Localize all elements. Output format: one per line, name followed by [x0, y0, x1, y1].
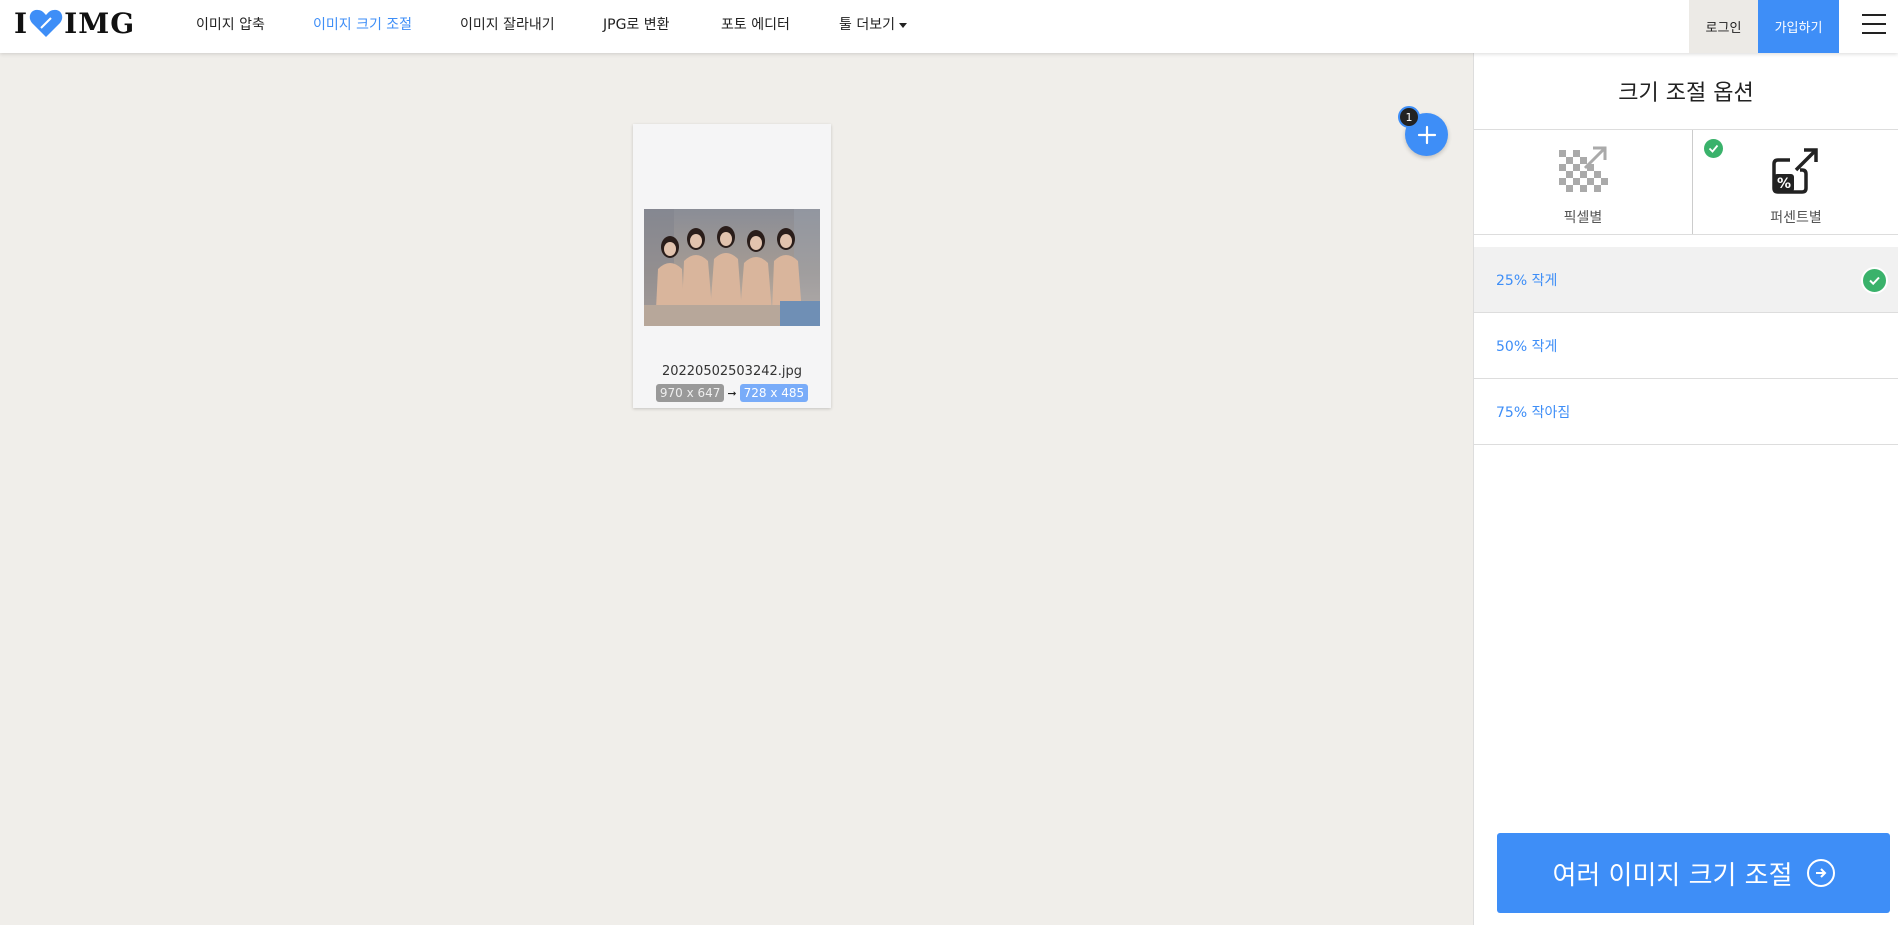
caret-down-icon — [898, 22, 907, 28]
plus-icon — [1417, 125, 1436, 144]
percent-resize-icon: % — [1772, 148, 1818, 194]
dimension-info: 970 x 647 ➞ 728 x 485 — [633, 384, 831, 402]
file-name: 20220502503242.jpg — [661, 364, 803, 379]
nav-more-tools-label: 툴 더보기 — [839, 17, 895, 33]
option-50-percent-label: 50% 작게 — [1496, 338, 1558, 355]
login-button[interactable]: 로그인 — [1689, 0, 1758, 53]
check-icon — [1704, 139, 1723, 158]
arrow-right-circle-icon — [1806, 859, 1835, 887]
option-75-percent-label: 75% 작아짐 — [1496, 404, 1571, 421]
mode-by-pixels[interactable]: 픽셀별 — [1474, 130, 1693, 234]
heart-icon — [29, 9, 63, 38]
hamburger-menu-icon[interactable] — [1862, 14, 1886, 34]
workspace: 20220502503242.jpg 970 x 647 ➞ 728 x 485… — [0, 53, 1473, 925]
nav-convert-jpg[interactable]: JPG로 변환 — [603, 14, 670, 34]
file-count-badge: 1 — [1398, 106, 1420, 128]
nav-resize[interactable]: 이미지 크기 조절 — [313, 14, 412, 34]
option-50-percent[interactable]: 50% 작게 — [1474, 313, 1898, 379]
option-25-percent-label: 25% 작게 — [1496, 272, 1558, 289]
resize-images-button[interactable]: 여러 이미지 크기 조절 — [1497, 833, 1890, 913]
nav-photo-editor[interactable]: 포토 에디터 — [721, 14, 790, 34]
svg-text:%: % — [1777, 176, 1791, 192]
mode-by-percent-label: 퍼센트별 — [1770, 210, 1822, 226]
file-card[interactable]: 20220502503242.jpg 970 x 647 ➞ 728 x 485 — [633, 124, 831, 408]
signup-button[interactable]: 가입하기 — [1758, 0, 1839, 53]
resize-images-label: 여러 이미지 크기 조절 — [1552, 860, 1793, 891]
nav-more-tools[interactable]: 툴 더보기 — [839, 14, 907, 34]
nav-compress[interactable]: 이미지 압축 — [196, 14, 265, 34]
sidebar-title: 크기 조절 옵션 — [1618, 81, 1754, 106]
top-header: I IMG 이미지 압축 이미지 크기 조절 이미지 잘라내기 JPG로 변환 … — [0, 0, 1898, 53]
options-sidebar: 크기 조절 옵션 픽셀별 % 퍼센트별 25% 작게 50% 작게 75% 작아… — [1473, 53, 1898, 925]
logo-text-left: I — [14, 6, 29, 40]
original-dimensions: 970 x 647 — [655, 384, 725, 402]
resize-mode-selector: 픽셀별 % 퍼센트별 — [1474, 129, 1898, 235]
mode-by-pixels-label: 픽셀별 — [1563, 210, 1603, 226]
logo[interactable]: I IMG — [14, 6, 136, 40]
arrow-right-icon: ➞ — [727, 386, 737, 400]
file-thumbnail — [644, 209, 820, 326]
logo-text-right: IMG — [64, 6, 136, 40]
new-dimensions: 728 x 485 — [739, 384, 809, 402]
option-25-percent[interactable]: 25% 작게 — [1474, 247, 1898, 313]
option-75-percent[interactable]: 75% 작아짐 — [1474, 379, 1898, 445]
nav-crop[interactable]: 이미지 잘라내기 — [460, 14, 555, 34]
mode-by-percent[interactable]: % 퍼센트별 — [1693, 130, 1898, 234]
pixel-resize-icon — [1559, 146, 1608, 192]
check-icon — [1861, 267, 1888, 294]
